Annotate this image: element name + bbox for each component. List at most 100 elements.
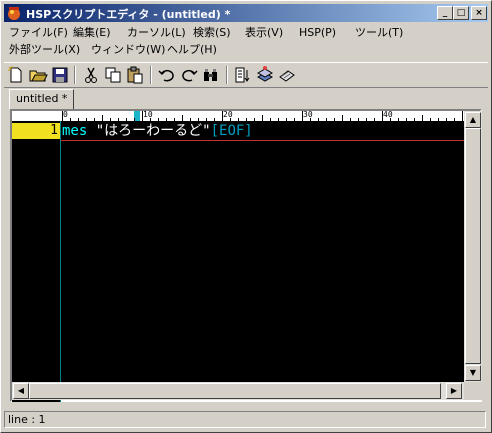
ruler-tick: [110, 118, 111, 121]
line-number-gutter: [12, 121, 61, 402]
vertical-scrollbar[interactable]: ▲ ▼: [464, 111, 482, 382]
ruler-tick: [390, 118, 391, 121]
ruler-tick: [286, 118, 287, 121]
ruler-tick: [70, 118, 71, 121]
line-number: 1: [50, 123, 58, 138]
ruler-tick: [382, 111, 383, 121]
column-ruler: 0 10 20 30 40: [12, 111, 464, 121]
ruler-tick: [398, 118, 399, 121]
ruler-tick: [174, 118, 175, 121]
ruler-tick: [438, 118, 439, 121]
toolbar-separator: [226, 66, 228, 84]
ruler-tick: [254, 118, 255, 121]
ruler-tick: [374, 118, 375, 121]
ruler-tick: [430, 118, 431, 121]
ruler-tick: [310, 118, 311, 121]
title-bar[interactable]: HSPスクリプトエディタ - (untitled) * _ □ ×: [4, 4, 488, 22]
ruler-tick: [102, 115, 103, 121]
undo-icon[interactable]: [157, 65, 177, 85]
code-line[interactable]: mes "はろーわーるど"[EOF]: [62, 123, 253, 139]
find-icon[interactable]: [201, 65, 221, 85]
minimize-button[interactable]: _: [437, 6, 453, 20]
save-icon[interactable]: [50, 65, 70, 85]
menu-search[interactable]: 検索(S): [190, 24, 234, 41]
menu-window[interactable]: ウィンドウ(W): [88, 41, 168, 58]
ruler-tick: [406, 118, 407, 121]
menu-file[interactable]: ファイル(F): [6, 24, 71, 41]
toolbar: [4, 62, 488, 88]
ruler-tick: [326, 118, 327, 121]
ruler-tick: [422, 115, 423, 121]
horizontal-scrollbar[interactable]: ◀ ▶: [12, 382, 464, 400]
ruler-tick: [94, 118, 95, 121]
ruler-tick: [342, 115, 343, 121]
ruler-tick: [414, 118, 415, 121]
new-file-icon[interactable]: [6, 65, 26, 85]
scroll-down-arrow-icon[interactable]: ▼: [465, 365, 481, 381]
ruler-tick: [294, 118, 295, 121]
tab-strip: untitled *: [4, 87, 488, 109]
scroll-up-arrow-icon[interactable]: ▲: [465, 112, 481, 128]
hsp-app-icon[interactable]: [6, 5, 22, 21]
ruler-mark: 0: [63, 111, 68, 119]
ruler-mark: 10: [143, 111, 153, 119]
ruler-tick: [446, 118, 447, 121]
menu-help[interactable]: ヘルプ(H): [164, 41, 220, 58]
menu-hsp[interactable]: HSP(P): [296, 24, 339, 41]
horizontal-scroll-thumb[interactable]: [29, 383, 441, 399]
ruler-tick: [222, 111, 223, 121]
ruler-tick: [318, 118, 319, 121]
paste-icon[interactable]: [125, 65, 145, 85]
ruler-tick: [190, 118, 191, 121]
ruler-tick: [462, 111, 463, 121]
ruler-tick: [366, 118, 367, 121]
toolbar-separator: [150, 66, 152, 84]
ruler-tick: [158, 118, 159, 121]
maximize-button[interactable]: □: [453, 6, 469, 20]
ruler-tick: [198, 118, 199, 121]
ruler-tick: [238, 118, 239, 121]
menu-cursor[interactable]: カーソル(L): [124, 24, 189, 41]
ruler-tick: [166, 118, 167, 121]
ruler-tick: [278, 118, 279, 121]
menu-view[interactable]: 表示(V): [242, 24, 286, 41]
ruler-tick: [214, 118, 215, 121]
ruler-mark: 20: [223, 111, 233, 119]
status-line-indicator: line : 1: [4, 411, 486, 428]
copy-icon[interactable]: [103, 65, 123, 85]
menu-edit[interactable]: 編集(E): [70, 24, 114, 41]
ruler-tick: [126, 118, 127, 121]
ruler-tick: [334, 118, 335, 121]
scroll-right-arrow-icon[interactable]: ▶: [446, 383, 462, 399]
scroll-left-arrow-icon[interactable]: ◀: [13, 383, 29, 399]
window-title: HSPスクリプトエディタ - (untitled) *: [26, 8, 231, 21]
menu-external-tool[interactable]: 外部ツール(X): [6, 41, 83, 58]
ruler-tick: [302, 111, 303, 121]
code-editor[interactable]: 0 10 20 30 40 1 mes "はろーわーるど"[EOF] ▲ ▼ ◀…: [10, 109, 482, 402]
status-bar: line : 1: [4, 409, 488, 430]
compile-icon[interactable]: [255, 65, 275, 85]
tab-untitled[interactable]: untitled *: [9, 89, 75, 109]
current-line-number-highlight: 1: [12, 123, 60, 139]
ruler-tick: [118, 118, 119, 121]
ruler-tick: [350, 118, 351, 121]
editor-window: HSPスクリプトエディタ - (untitled) * _ □ × ファイル(F…: [0, 0, 492, 433]
cut-icon[interactable]: [81, 65, 101, 85]
run-list-icon[interactable]: [233, 65, 253, 85]
ruler-tick: [150, 118, 151, 121]
redo-icon[interactable]: [179, 65, 199, 85]
execute-icon[interactable]: [277, 65, 297, 85]
ruler-tick: [358, 118, 359, 121]
ruler-tick: [142, 111, 143, 121]
ruler-tick: [134, 118, 135, 121]
ruler-tick: [78, 118, 79, 121]
open-folder-icon[interactable]: [28, 65, 48, 85]
ruler-mark: 40: [383, 111, 393, 119]
cursor-line-underline: [61, 140, 464, 141]
ruler-tick: [182, 115, 183, 121]
eof-marker: [EOF]: [210, 123, 253, 139]
code-string: "はろーわーるど": [95, 123, 211, 139]
menu-tool[interactable]: ツール(T): [352, 24, 406, 41]
vertical-scroll-thumb[interactable]: [465, 128, 481, 364]
close-button[interactable]: ×: [471, 6, 487, 20]
